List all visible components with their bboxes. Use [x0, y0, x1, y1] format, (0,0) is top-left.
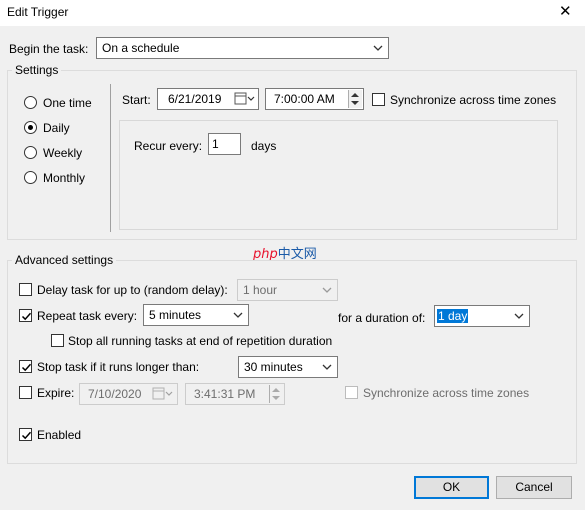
- close-icon[interactable]: ✕: [559, 3, 572, 21]
- window-title: Edit Trigger: [7, 5, 69, 19]
- delay-dropdown[interactable]: 1 hour: [237, 279, 338, 301]
- delay-value: 1 hour: [243, 283, 278, 297]
- spin-down-icon: [272, 396, 280, 400]
- ok-button[interactable]: OK: [414, 476, 489, 499]
- expire-checkbox[interactable]: [19, 386, 32, 399]
- radio-monthly[interactable]: [24, 171, 37, 184]
- stop-running-label: Stop all running tasks at end of repetit…: [68, 334, 333, 348]
- start-time-field[interactable]: 7:00:00 AM: [265, 88, 364, 110]
- begin-task-dropdown[interactable]: On a schedule: [96, 37, 389, 59]
- enabled-label: Enabled: [37, 428, 82, 442]
- radio-daily[interactable]: [24, 121, 37, 134]
- radio-label-weekly: Weekly: [43, 146, 83, 160]
- radio-one-time[interactable]: [24, 96, 37, 109]
- expire-sync-label: Synchronize across time zones: [363, 386, 530, 400]
- expire-sync-checkbox[interactable]: [345, 386, 358, 399]
- expire-time-value: 3:41:31 PM: [194, 387, 256, 401]
- delay-checkbox[interactable]: [19, 283, 32, 296]
- spin-up-icon: [272, 388, 280, 392]
- enabled-checkbox[interactable]: [19, 428, 32, 441]
- check-icon: [21, 431, 32, 440]
- recur-panel: [119, 120, 558, 230]
- title-bar: Edit Trigger ✕: [0, 0, 585, 26]
- chevron-down-icon: [233, 312, 243, 318]
- cancel-button[interactable]: Cancel: [496, 476, 572, 499]
- duration-label: for a duration of:: [338, 311, 426, 325]
- chevron-down-icon: [373, 45, 383, 51]
- settings-group-label: Settings: [12, 63, 62, 77]
- check-icon: [21, 363, 32, 372]
- stop-longer-label: Stop task if it runs longer than:: [37, 360, 200, 374]
- expire-time-spinner[interactable]: [269, 385, 283, 403]
- duration-dropdown[interactable]: 1 day: [434, 305, 530, 327]
- check-icon: [21, 312, 32, 321]
- repeat-label: Repeat task every:: [37, 309, 138, 323]
- advanced-settings-label: Advanced settings: [12, 253, 117, 267]
- sync-time-zones-label: Synchronize across time zones: [390, 93, 557, 107]
- repeat-checkbox[interactable]: [19, 309, 32, 322]
- sync-time-zones-checkbox[interactable]: [372, 93, 385, 106]
- start-time-spinner[interactable]: [348, 90, 362, 108]
- settings-divider: [110, 84, 111, 232]
- expire-date-value: 7/10/2020: [88, 387, 142, 401]
- radio-label-monthly: Monthly: [43, 171, 86, 185]
- stop-longer-checkbox[interactable]: [19, 360, 32, 373]
- calendar-dropdown-icon: [234, 92, 255, 105]
- radio-weekly[interactable]: [24, 146, 37, 159]
- begin-task-label: Begin the task:: [9, 42, 89, 56]
- repeat-interval-value: 5 minutes: [149, 308, 202, 322]
- chevron-down-icon: [322, 287, 332, 293]
- expire-date-picker[interactable]: 7/10/2020: [79, 383, 178, 405]
- recur-days-value: 1: [212, 137, 219, 151]
- start-label: Start:: [122, 93, 151, 107]
- recur-days-input[interactable]: 1: [208, 133, 241, 155]
- radio-label-daily: Daily: [43, 121, 70, 135]
- duration-value: 1 day: [437, 309, 469, 323]
- calendar-dropdown-icon: [152, 387, 173, 400]
- chevron-down-icon: [514, 313, 524, 319]
- begin-task-value: On a schedule: [102, 41, 180, 55]
- repeat-interval-dropdown[interactable]: 5 minutes: [143, 304, 249, 326]
- expire-label: Expire:: [37, 386, 75, 400]
- spin-up-icon: [351, 93, 359, 97]
- radio-label-one-time: One time: [43, 96, 92, 110]
- expire-time-field[interactable]: 3:41:31 PM: [185, 383, 285, 405]
- stop-running-checkbox[interactable]: [51, 334, 64, 347]
- chevron-down-icon: [322, 364, 332, 370]
- start-date-picker[interactable]: 6/21/2019: [157, 88, 259, 110]
- start-time-value: 7:00:00 AM: [274, 92, 335, 106]
- stop-longer-dropdown[interactable]: 30 minutes: [238, 356, 338, 378]
- delay-label: Delay task for up to (random delay):: [37, 283, 228, 297]
- spin-down-icon: [351, 101, 359, 105]
- recur-unit-label: days: [251, 139, 277, 153]
- start-date-value: 6/21/2019: [168, 92, 222, 106]
- stop-longer-value: 30 minutes: [244, 360, 303, 374]
- radio-selected-dot: [28, 125, 33, 130]
- recur-label: Recur every:: [134, 139, 203, 153]
